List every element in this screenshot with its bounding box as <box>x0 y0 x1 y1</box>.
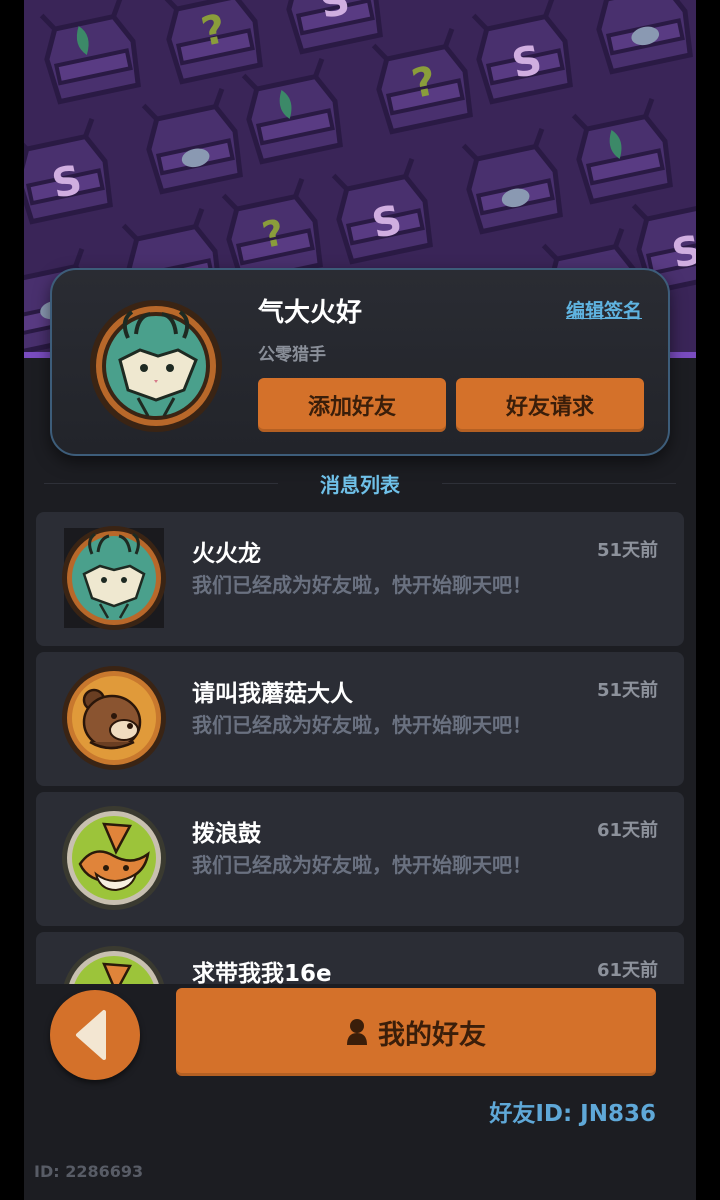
list-item[interactable]: 拨浪鼓 我们已经成为好友啦，快开始聊天吧！ 61天前 <box>36 792 684 926</box>
avatar[interactable] <box>60 664 168 772</box>
message-preview: 我们已经成为好友啦，快开始聊天吧！ <box>192 713 532 737</box>
person-icon <box>347 1019 367 1045</box>
message-list-header: 消息列表 <box>44 466 676 500</box>
chevron-left-icon <box>76 1010 106 1060</box>
avatar[interactable] <box>60 804 168 912</box>
bottom-bar: 我的好友 好友ID: JN836 ID: 2286693 <box>24 984 696 1200</box>
profile-title: 公零猎手 <box>258 345 326 365</box>
divider <box>44 482 278 484</box>
message-list[interactable]: 火火龙 我们已经成为好友啦，快开始聊天吧！ 51天前 请叫我蘑菇大人 我们已经成… <box>36 512 684 984</box>
list-item[interactable]: 求带我我16e 61天前 <box>36 932 684 984</box>
message-sender: 拨浪鼓 <box>192 821 261 847</box>
user-id: ID: 2286693 <box>34 1162 144 1181</box>
fox-avatar-icon <box>62 806 166 910</box>
friend-id: 好友ID: JN836 <box>489 1101 656 1127</box>
message-sender: 求带我我16e <box>192 961 332 984</box>
avatar[interactable] <box>60 944 168 984</box>
message-time: 51天前 <box>596 680 658 701</box>
profile-avatar[interactable] <box>88 298 224 434</box>
edit-signature-link[interactable]: 编辑签名 <box>566 296 642 323</box>
my-friends-button[interactable]: 我的好友 <box>176 988 656 1076</box>
divider <box>442 482 676 484</box>
friends-screen: ? S S S ? S ? S 气大火好 公零猎手 编辑签名 添加好友 好友请求… <box>24 0 696 1200</box>
message-time: 61天前 <box>596 960 658 981</box>
back-button[interactable] <box>50 990 140 1080</box>
cat-antler-avatar-icon <box>90 300 222 432</box>
list-item[interactable]: 请叫我蘑菇大人 我们已经成为好友啦，快开始聊天吧！ 51天前 <box>36 652 684 786</box>
add-friend-button[interactable]: 添加好友 <box>258 378 446 432</box>
message-sender: 请叫我蘑菇大人 <box>192 681 353 707</box>
fox-avatar-icon <box>63 946 165 984</box>
list-item[interactable]: 火火龙 我们已经成为好友啦，快开始聊天吧！ 51天前 <box>36 512 684 646</box>
profile-name: 气大火好 <box>258 298 363 328</box>
message-time: 51天前 <box>596 540 658 561</box>
message-sender: 火火龙 <box>192 541 261 567</box>
avatar[interactable] <box>60 524 168 632</box>
section-title: 消息列表 <box>320 472 400 497</box>
message-preview: 我们已经成为好友啦，快开始聊天吧！ <box>192 573 532 597</box>
message-time: 61天前 <box>596 820 658 841</box>
cat-antler-avatar-icon <box>62 526 166 630</box>
bear-avatar-icon <box>62 666 166 770</box>
message-preview: 我们已经成为好友啦，快开始聊天吧！ <box>192 853 532 877</box>
profile-card: 气大火好 公零猎手 编辑签名 添加好友 好友请求 <box>50 268 670 456</box>
friend-request-button[interactable]: 好友请求 <box>456 378 644 432</box>
my-friends-label: 我的好友 <box>378 1019 486 1051</box>
